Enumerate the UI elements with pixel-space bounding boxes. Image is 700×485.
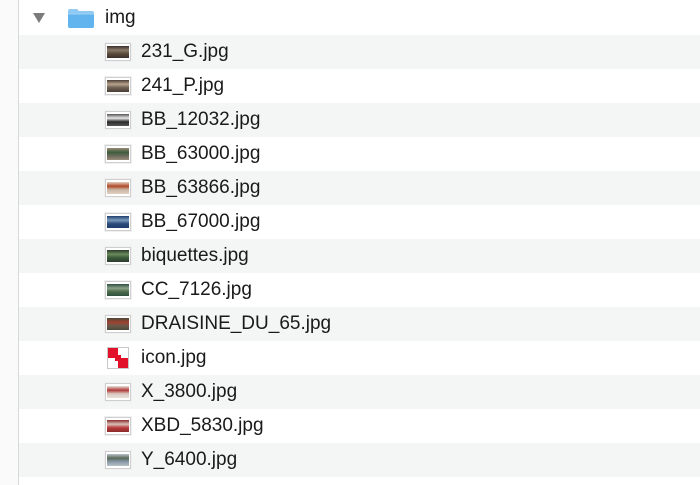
- image-thumbnail-icon: [105, 43, 131, 61]
- file-row[interactable]: Y_6400.jpg: [19, 443, 700, 477]
- file-name: CC_7126.jpg: [141, 279, 252, 300]
- image-thumbnail-icon: [105, 417, 131, 435]
- file-row[interactable]: BB_67000.jpg: [19, 205, 700, 239]
- image-thumbnail-icon: [107, 347, 129, 369]
- thumbnail-image: [107, 216, 129, 228]
- thumbnail-image: [107, 250, 129, 262]
- file-row[interactable]: icon.jpg: [19, 341, 700, 375]
- thumbnail-image: [107, 420, 129, 432]
- file-row[interactable]: X_3800.jpg: [19, 375, 700, 409]
- folder-icon: [67, 7, 95, 29]
- image-thumbnail-icon: [105, 315, 131, 333]
- file-row[interactable]: DRAISINE_DU_65.jpg: [19, 307, 700, 341]
- thumbnail-image: [107, 114, 129, 126]
- thumbnail-image: [107, 148, 129, 160]
- file-name: XBD_5830.jpg: [141, 415, 264, 436]
- image-thumbnail-icon: [105, 213, 131, 231]
- file-row[interactable]: BB_63866.jpg: [19, 171, 700, 205]
- file-row[interactable]: 231_G.jpg: [19, 35, 700, 69]
- file-name: Y_6400.jpg: [141, 449, 238, 470]
- file-name: DRAISINE_DU_65.jpg: [141, 313, 332, 334]
- thumbnail-image: [107, 284, 129, 296]
- file-row[interactable]: biquettes.jpg: [19, 239, 700, 273]
- thumbnail-image: [107, 454, 129, 466]
- file-name: X_3800.jpg: [141, 381, 238, 402]
- file-name: BB_67000.jpg: [141, 211, 261, 232]
- file-row[interactable]: BB_63000.jpg: [19, 137, 700, 171]
- file-list: img 231_G.jpg 241_P.jpg BB_12032.jpg BB_630…: [19, 0, 700, 477]
- image-thumbnail-icon: [105, 77, 131, 95]
- file-name: icon.jpg: [141, 347, 207, 368]
- thumbnail-image: [107, 386, 129, 398]
- image-thumbnail-icon: [105, 111, 131, 129]
- file-name: 231_G.jpg: [141, 41, 229, 62]
- disclosure-triangle-icon[interactable]: [31, 10, 47, 26]
- file-row[interactable]: CC_7126.jpg: [19, 273, 700, 307]
- folder-row-img[interactable]: img: [19, 0, 700, 35]
- folder-name: img: [105, 6, 136, 28]
- file-name: BB_63000.jpg: [141, 143, 261, 164]
- thumbnail-image: [107, 318, 129, 330]
- file-row[interactable]: 241_P.jpg: [19, 69, 700, 103]
- image-thumbnail-icon: [105, 451, 131, 469]
- file-name: 241_P.jpg: [141, 75, 225, 96]
- image-thumbnail-icon: [105, 383, 131, 401]
- thumbnail-image: [107, 182, 129, 194]
- image-thumbnail-icon: [105, 281, 131, 299]
- image-thumbnail-icon: [105, 179, 131, 197]
- file-name: BB_63866.jpg: [141, 177, 261, 198]
- file-row[interactable]: XBD_5830.jpg: [19, 409, 700, 443]
- image-thumbnail-icon: [105, 247, 131, 265]
- image-thumbnail-icon: [105, 145, 131, 163]
- sidebar-edge: [0, 0, 19, 485]
- thumbnail-image: [107, 46, 129, 58]
- file-row[interactable]: BB_12032.jpg: [19, 103, 700, 137]
- file-name: BB_12032.jpg: [141, 109, 261, 130]
- thumbnail-image: [107, 80, 129, 92]
- file-name: biquettes.jpg: [141, 245, 249, 266]
